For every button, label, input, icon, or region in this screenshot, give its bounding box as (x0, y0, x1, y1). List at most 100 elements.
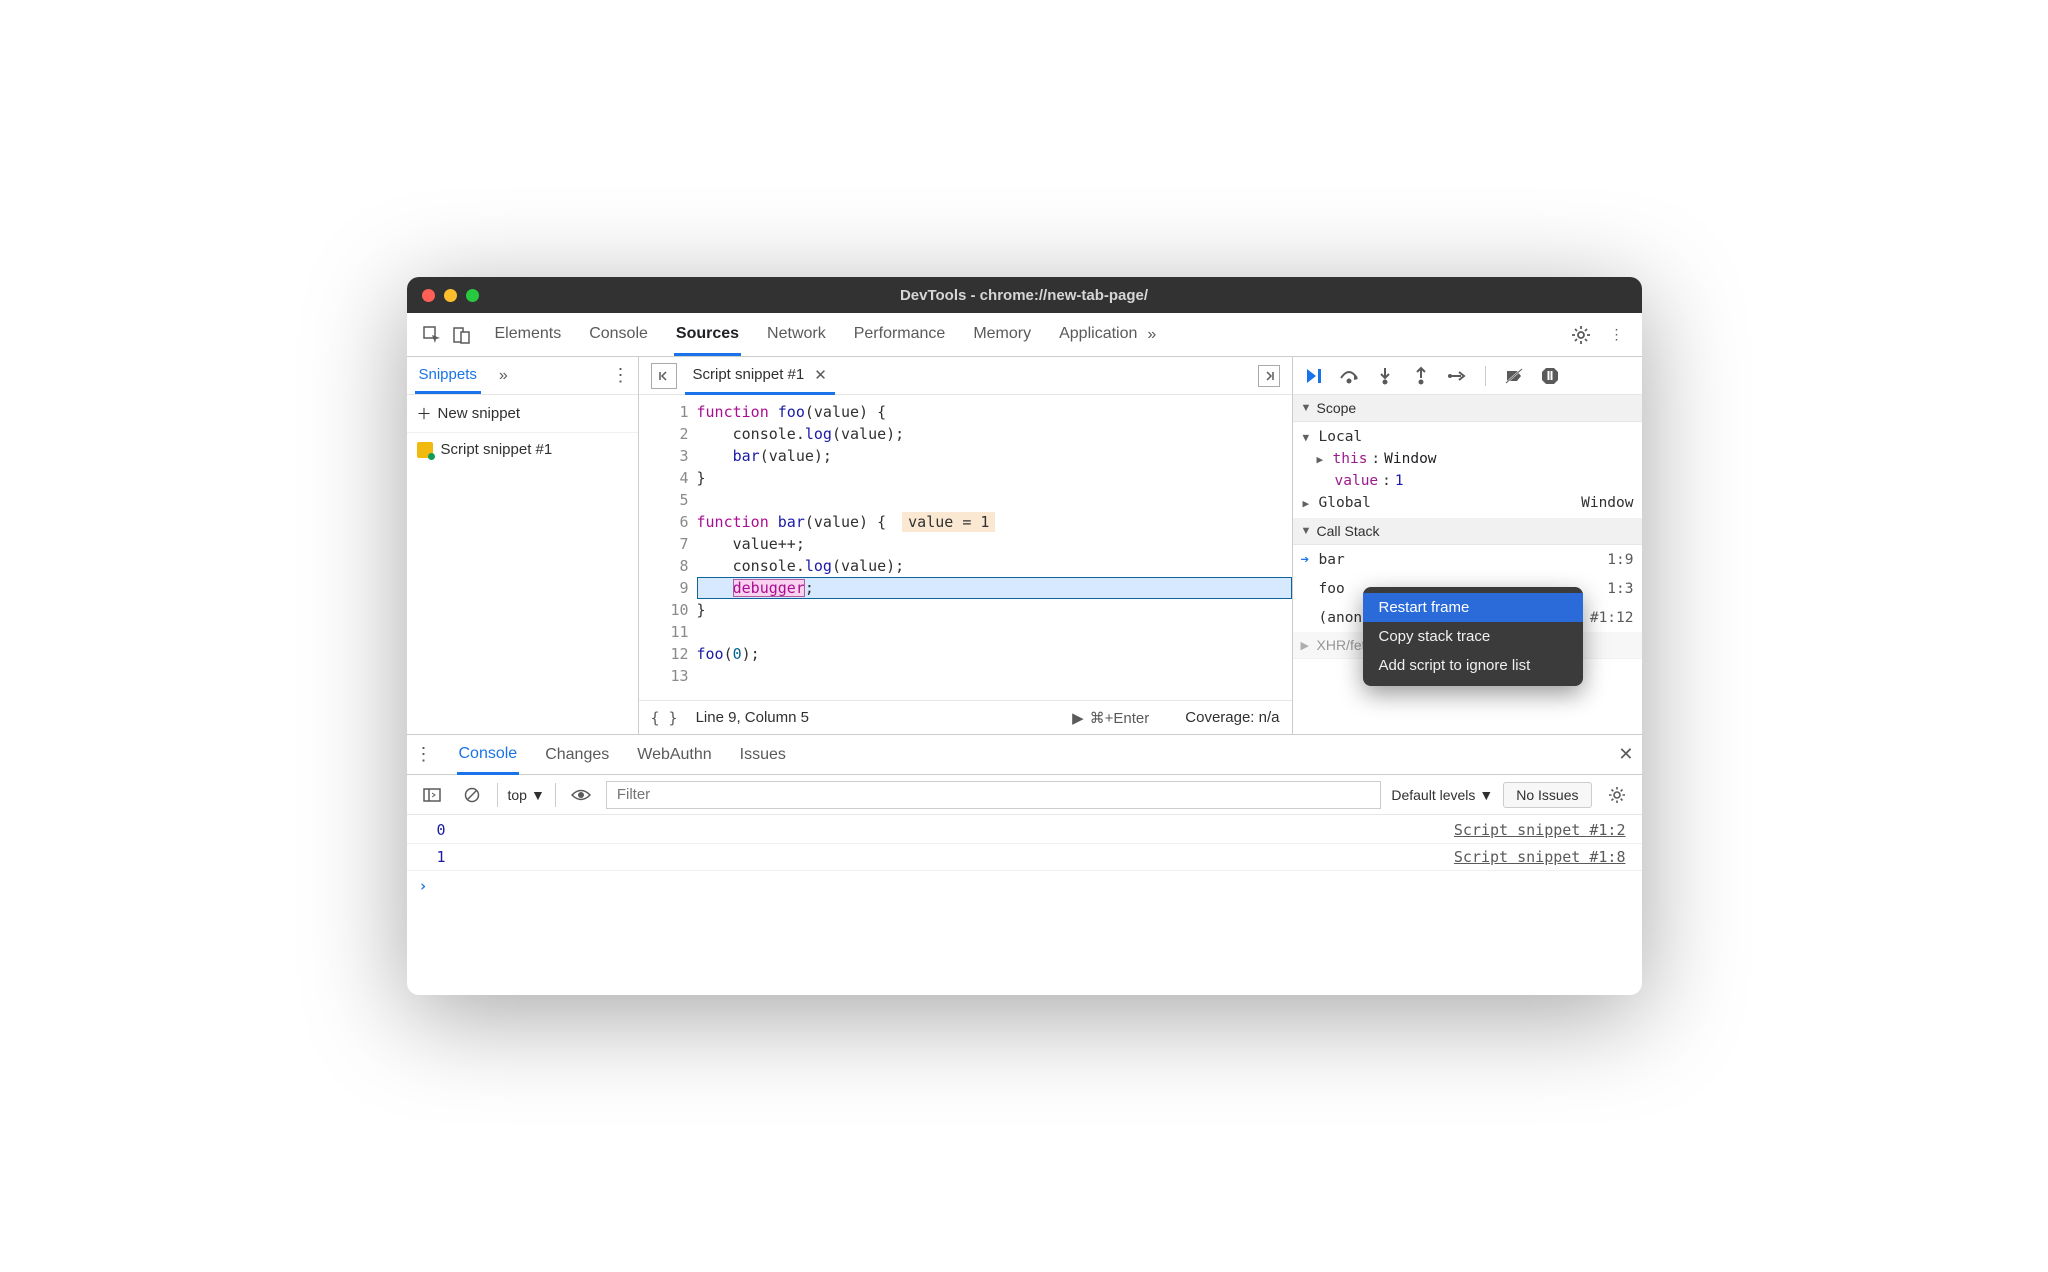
log-source-link[interactable]: Script snippet #1:8 (1454, 848, 1626, 866)
triangle-down-icon: ▼ (1301, 525, 1313, 537)
scope-tree: ▼Local ▶this: Window value: 1 ▶GlobalWin… (1293, 422, 1642, 518)
snippet-list-item[interactable]: Script snippet #1 (407, 433, 638, 466)
drawer-more-icon[interactable]: ⋮ (415, 744, 433, 765)
scope-value[interactable]: value: 1 (1293, 470, 1642, 492)
editor-status-bar: { } Line 9, Column 5 ▶ ⌘+Enter Coverage:… (639, 700, 1292, 734)
minimize-window-button[interactable] (444, 289, 457, 302)
collapse-debugger-icon[interactable] (1258, 365, 1280, 387)
step-over-icon[interactable] (1337, 364, 1361, 388)
drawer-tabs: ⋮ Console Changes WebAuthn Issues ✕ (407, 735, 1642, 775)
window-title: DevTools - chrome://new-tab-page/ (407, 287, 1642, 304)
console-log-row[interactable]: 1 Script snippet #1:8 (407, 844, 1642, 871)
play-icon: ▶ (1072, 709, 1084, 727)
main-toolbar: Elements Console Sources Network Perform… (407, 313, 1642, 357)
device-toggle-icon[interactable] (447, 320, 477, 350)
tab-changes[interactable]: Changes (543, 737, 611, 773)
console-output: 0 Script snippet #1:2 1 Script snippet #… (407, 815, 1642, 995)
navigator-tabs: Snippets » ⋮ (407, 357, 638, 395)
step-out-icon[interactable] (1409, 364, 1433, 388)
navigator-more-icon[interactable]: ⋮ (612, 365, 630, 386)
log-value: 0 (437, 821, 446, 839)
no-issues-button[interactable]: No Issues (1503, 782, 1591, 808)
close-drawer-icon[interactable]: ✕ (1618, 744, 1633, 765)
navigator-more-tabs-icon[interactable]: » (491, 367, 516, 385)
console-log-row[interactable]: 0 Script snippet #1:2 (407, 817, 1642, 844)
scope-label: Scope (1317, 400, 1357, 416)
step-into-icon[interactable] (1373, 364, 1397, 388)
scope-global[interactable]: ▶GlobalWindow (1293, 492, 1642, 514)
tab-console[interactable]: Console (587, 315, 650, 355)
editor-tab-active[interactable]: Script snippet #1 ✕ (685, 358, 835, 395)
console-prompt[interactable]: › (407, 871, 1642, 901)
cursor-position: Line 9, Column 5 (696, 709, 809, 726)
devtools-window: DevTools - chrome://new-tab-page/ Elemen… (407, 277, 1642, 995)
code-editor[interactable]: 12345678910111213 function foo(value) { … (639, 395, 1292, 700)
scope-local[interactable]: ▼Local (1293, 426, 1642, 448)
log-levels-select[interactable]: Default levels ▼ (1391, 787, 1493, 803)
callstack-label: Call Stack (1317, 523, 1380, 539)
snippet-name: Script snippet #1 (441, 441, 553, 458)
tab-memory[interactable]: Memory (971, 315, 1033, 355)
maximize-window-button[interactable] (466, 289, 479, 302)
console-toolbar: top ▼ Default levels ▼ No Issues (407, 775, 1642, 815)
log-value: 1 (437, 848, 446, 866)
deactivate-breakpoints-icon[interactable] (1502, 364, 1526, 388)
collapse-navigator-icon[interactable] (651, 363, 677, 389)
callstack-section-header[interactable]: ▼ Call Stack (1293, 518, 1642, 545)
more-menu-icon[interactable]: ⋮ (1602, 320, 1632, 350)
sources-panel: Snippets » ⋮ ＋ New snippet Script snippe… (407, 357, 1642, 735)
snippet-file-icon (417, 442, 433, 458)
console-context-select[interactable]: top ▼ (497, 783, 556, 807)
debugger-pane: ▼ Scope ▼Local ▶this: Window value: 1 ▶G… (1292, 357, 1642, 734)
clear-console-icon[interactable] (457, 780, 487, 810)
tab-network[interactable]: Network (765, 315, 828, 355)
tab-snippets[interactable]: Snippets (415, 358, 481, 394)
pretty-print-icon[interactable]: { } (651, 709, 678, 727)
resume-icon[interactable] (1301, 364, 1325, 388)
scope-this[interactable]: ▶this: Window (1293, 448, 1642, 470)
debugger-toolbar (1293, 357, 1642, 395)
tab-webauthn[interactable]: WebAuthn (635, 737, 713, 773)
run-snippet-button[interactable]: ▶ ⌘+Enter (1072, 709, 1149, 727)
context-menu-add-ignore-list[interactable]: Add script to ignore list (1363, 651, 1583, 680)
main-tabs: Elements Console Sources Network Perform… (493, 315, 1140, 355)
plus-icon: ＋ (417, 403, 432, 424)
callstack-frame[interactable]: ➔ bar 1:9 (1293, 545, 1642, 574)
coverage-status: Coverage: n/a (1185, 709, 1279, 726)
settings-icon[interactable] (1566, 320, 1596, 350)
context-menu-restart-frame[interactable]: Restart frame (1363, 593, 1583, 622)
current-frame-icon: ➔ (1301, 552, 1319, 568)
drawer: ⋮ Console Changes WebAuthn Issues ✕ top … (407, 735, 1642, 995)
tab-console-drawer[interactable]: Console (457, 736, 520, 775)
line-gutter: 12345678910111213 (639, 395, 697, 700)
editor-tabs: Script snippet #1 ✕ (639, 357, 1292, 395)
pause-exceptions-icon[interactable] (1538, 364, 1562, 388)
tab-application[interactable]: Application (1057, 315, 1139, 355)
close-window-button[interactable] (422, 289, 435, 302)
scope-section-header[interactable]: ▼ Scope (1293, 395, 1642, 422)
new-snippet-button[interactable]: ＋ New snippet (407, 395, 638, 433)
console-settings-icon[interactable] (1602, 780, 1632, 810)
console-filter-input[interactable] (606, 781, 1382, 809)
titlebar: DevTools - chrome://new-tab-page/ (407, 277, 1642, 313)
inline-value-hint: value = 1 (902, 512, 995, 532)
code-content: function foo(value) { console.log(value)… (697, 395, 1292, 700)
editor-pane: Script snippet #1 ✕ 12345678910111213 fu… (639, 357, 1292, 734)
log-source-link[interactable]: Script snippet #1:2 (1454, 821, 1626, 839)
tab-performance[interactable]: Performance (852, 315, 948, 355)
step-icon[interactable] (1445, 364, 1469, 388)
new-snippet-label: New snippet (438, 405, 521, 422)
close-tab-icon[interactable]: ✕ (814, 366, 827, 384)
editor-tab-label: Script snippet #1 (693, 366, 805, 383)
tab-issues[interactable]: Issues (738, 737, 788, 773)
traffic-lights (407, 289, 479, 302)
more-tabs-icon[interactable]: » (1139, 326, 1164, 344)
live-expression-icon[interactable] (566, 780, 596, 810)
run-shortcut: ⌘+Enter (1090, 709, 1150, 727)
tab-sources[interactable]: Sources (674, 315, 741, 356)
console-sidebar-icon[interactable] (417, 780, 447, 810)
triangle-down-icon: ▼ (531, 787, 545, 803)
context-menu-copy-stack-trace[interactable]: Copy stack trace (1363, 622, 1583, 651)
tab-elements[interactable]: Elements (493, 315, 564, 355)
inspect-element-icon[interactable] (417, 320, 447, 350)
